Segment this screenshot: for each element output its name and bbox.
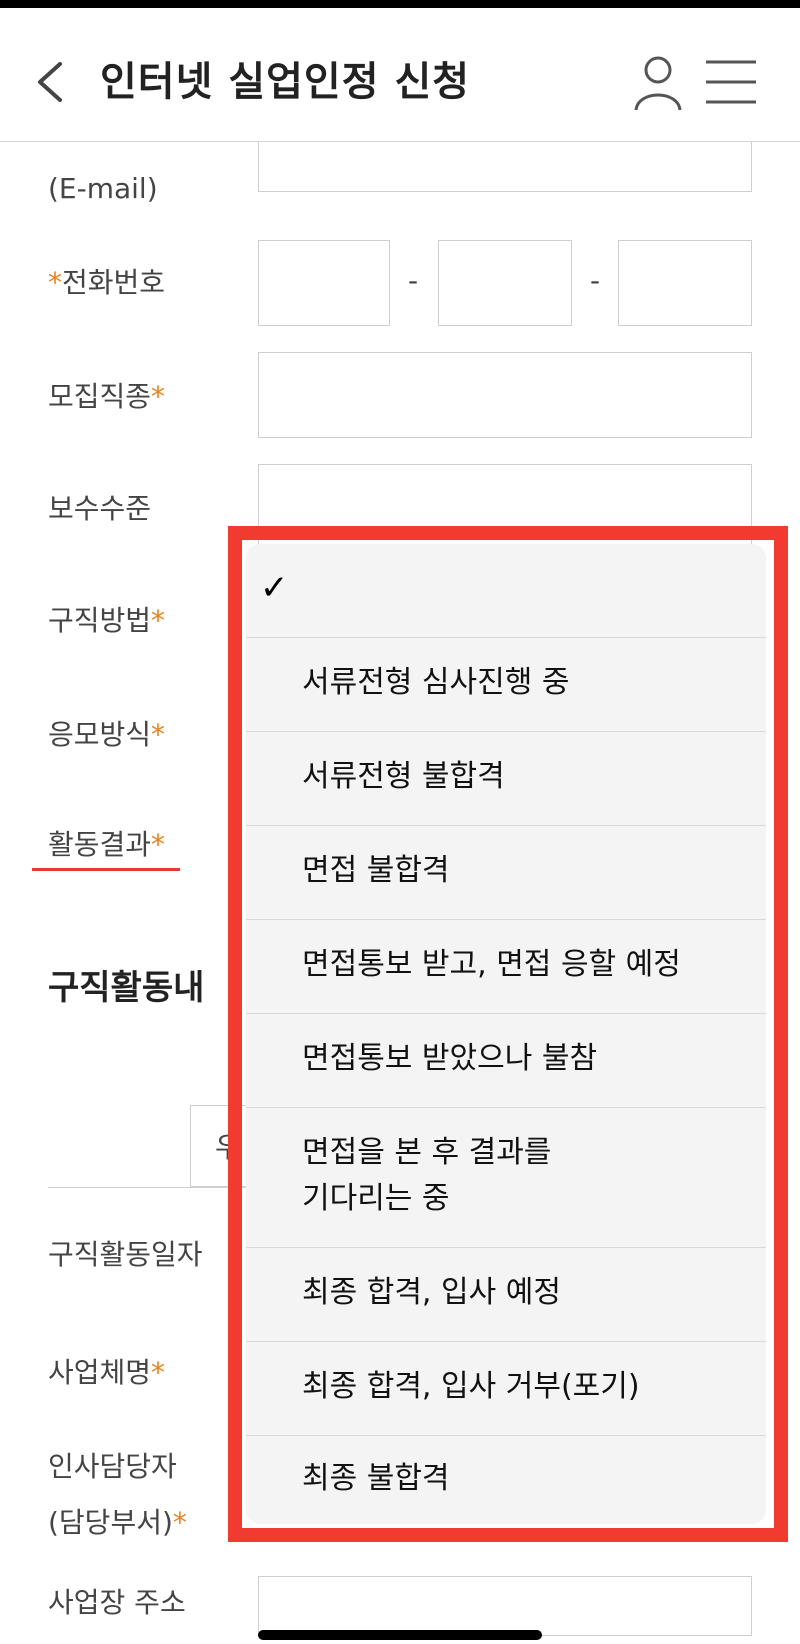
checkmark-icon: ✓ [260,568,289,608]
user-button[interactable] [632,52,684,112]
dropdown-option[interactable]: 서류전형 심사진행 중 [246,638,766,732]
activity-result-label: 활동결과* [48,828,166,861]
activity-date-label: 구직활동일자 [48,1238,203,1271]
address-input[interactable] [258,1576,752,1636]
job-type-label: 모집직종* [48,380,166,413]
user-icon [634,56,682,111]
hr-dept-label: (담당부서)* [48,1506,187,1539]
menu-button[interactable] [704,56,758,108]
section-title: 구직활동내 [48,968,205,1008]
dropdown-option[interactable]: 면접통보 받았으나 불참 [246,1014,766,1108]
home-indicator[interactable] [258,1630,542,1640]
search-method-label: 구직방법* [48,604,166,637]
status-bar [0,0,800,8]
apply-method-label: 응모방식* [48,718,166,751]
phone-input-1[interactable] [258,240,390,326]
app-header: 인터넷 실업인정 신청 [0,8,800,142]
segment-button[interactable]: 우 [190,1105,250,1187]
result-underline [32,868,180,871]
required-star: * [48,266,62,299]
salary-input[interactable] [258,464,752,550]
phone-separator: - [408,264,419,297]
back-button[interactable] [30,52,74,112]
activity-result-dropdown: ✓ 서류전형 심사진행 중 서류전형 불합격 면접 불합격 면접통보 받고, 면… [246,544,766,1524]
dropdown-option[interactable]: 최종 합격, 입사 거부(포기) [246,1342,766,1436]
phone-input-2[interactable] [438,240,572,326]
dropdown-option[interactable]: 최종 불합격 [246,1436,766,1524]
chevron-left-icon [38,62,62,102]
job-type-input[interactable] [258,352,752,438]
dropdown-option[interactable]: 최종 합격, 입사 예정 [246,1248,766,1342]
hr-manager-label: 인사담당자 [48,1450,177,1483]
workplace-address-label: 사업장 주소 [48,1586,186,1619]
phone-input-3[interactable] [618,240,752,326]
phone-separator: - [590,264,601,297]
dropdown-option[interactable]: 서류전형 불합격 [246,732,766,826]
salary-label: 보수수준 [48,492,152,525]
dropdown-option[interactable]: 면접통보 받고, 면접 응할 예정 [246,920,766,1014]
dropdown-option-blank[interactable]: ✓ [246,544,766,638]
email-label: (E-mail) [48,172,158,205]
dropdown-option[interactable]: 면접을 본 후 결과를 기다리는 중 [246,1108,766,1248]
dropdown-option[interactable]: 면접 불합격 [246,826,766,920]
company-name-label: 사업체명* [48,1356,166,1389]
hamburger-menu-icon [706,60,756,104]
phone-label: *전화번호 [48,266,166,299]
page-title: 인터넷 실업인정 신청 [100,59,471,105]
